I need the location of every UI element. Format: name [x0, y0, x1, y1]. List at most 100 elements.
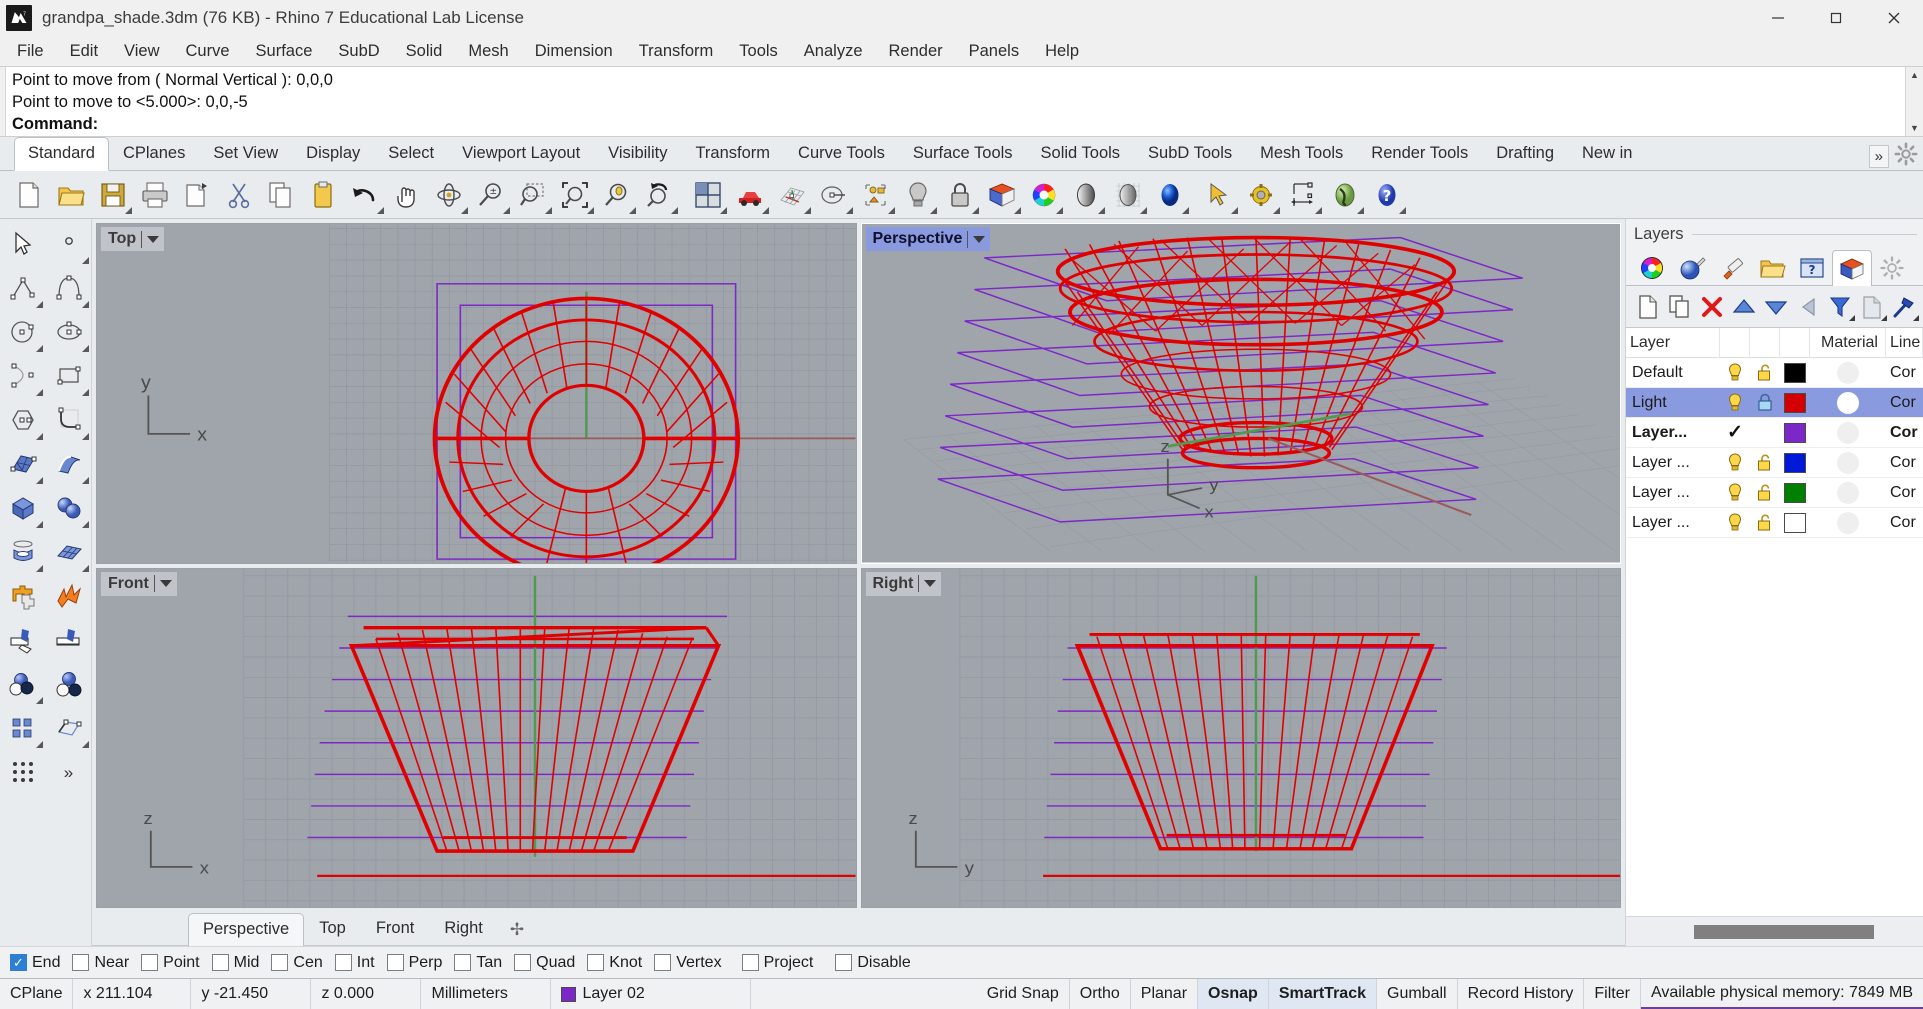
- layer-linetype[interactable]: Cor: [1886, 454, 1923, 472]
- zoom-extents-icon[interactable]: [554, 174, 596, 216]
- menu-help[interactable]: Help: [1032, 37, 1092, 65]
- viewport-tab-right[interactable]: Right: [429, 912, 498, 945]
- layer-unlocked-icon[interactable]: [1750, 483, 1780, 503]
- toggle-filter[interactable]: Filter: [1584, 979, 1641, 1009]
- tab-transform[interactable]: Transform: [681, 137, 784, 170]
- toggle-planar[interactable]: Planar: [1131, 979, 1199, 1009]
- point-icon[interactable]: [48, 223, 90, 265]
- menu-tools[interactable]: Tools: [726, 37, 791, 65]
- layer-color-swatch[interactable]: [1780, 452, 1810, 473]
- layers-horizontal-scrollbar[interactable]: [1626, 916, 1923, 946]
- new-layer-icon[interactable]: [1632, 290, 1664, 324]
- tab-overflow-button[interactable]: »: [1868, 145, 1889, 168]
- layer-color-swatch[interactable]: [1780, 482, 1810, 503]
- layer-unlocked-icon[interactable]: [1750, 513, 1780, 533]
- print-icon[interactable]: [134, 174, 176, 216]
- open-file-icon[interactable]: [50, 174, 92, 216]
- curve-interp-icon[interactable]: [48, 267, 90, 309]
- named-view-icon[interactable]: ?: [1792, 249, 1832, 285]
- tab-new-in[interactable]: New in: [1568, 137, 1646, 170]
- column-header-layer[interactable]: Layer: [1626, 328, 1720, 358]
- table-row[interactable]: Layer ... Cor: [1626, 448, 1923, 478]
- zoom-selected-icon[interactable]: [596, 174, 638, 216]
- column-header-lock[interactable]: [1750, 328, 1780, 358]
- table-row[interactable]: Layer... ✓ Cor: [1626, 418, 1923, 448]
- osnap-near[interactable]: Near: [72, 954, 129, 972]
- polygon-icon[interactable]: [2, 399, 44, 441]
- layer-color-swatch[interactable]: [1780, 362, 1810, 383]
- tab-viewport-layout[interactable]: Viewport Layout: [448, 137, 594, 170]
- layer-name[interactable]: Layer ...: [1626, 484, 1720, 502]
- boolean-difference-icon[interactable]: [2, 663, 44, 705]
- layer-color-swatch[interactable]: [1780, 422, 1810, 443]
- table-row[interactable]: Default Cor: [1626, 358, 1923, 388]
- scroll-down-icon[interactable]: ▼: [1906, 120, 1923, 136]
- osnap-quad[interactable]: Quad: [514, 954, 575, 972]
- surface-from-points-icon[interactable]: [2, 443, 44, 485]
- menu-dimension[interactable]: Dimension: [522, 37, 626, 65]
- layer-linetype[interactable]: Cor: [1886, 424, 1923, 442]
- toggle-smarttrack[interactable]: SmartTrack: [1268, 979, 1377, 1009]
- toggle-osnap[interactable]: Osnap: [1198, 979, 1269, 1009]
- toggle-grid-snap[interactable]: Grid Snap: [977, 979, 1070, 1009]
- tab-subd-tools[interactable]: SubD Tools: [1134, 137, 1246, 170]
- layer-visibility-bulb-icon[interactable]: [1720, 482, 1750, 503]
- scrollbar-thumb[interactable]: [1694, 924, 1874, 939]
- viewport-tab-perspective[interactable]: Perspective: [188, 913, 305, 946]
- paste-icon[interactable]: [302, 174, 344, 216]
- viewport-tab-top[interactable]: Top: [304, 912, 361, 945]
- color-wheel-icon[interactable]: [1632, 249, 1672, 285]
- circle-icon[interactable]: [2, 311, 44, 353]
- rendered-display-icon[interactable]: [1149, 174, 1191, 216]
- rectangle-icon[interactable]: [48, 355, 90, 397]
- viewport-label-top[interactable]: Top: [101, 227, 165, 251]
- menu-panels[interactable]: Panels: [956, 37, 1032, 65]
- layer-material-dot[interactable]: [1810, 361, 1886, 384]
- layer-properties-icon[interactable]: [1856, 290, 1888, 324]
- layers-icon[interactable]: [1832, 250, 1872, 286]
- osnap-tan[interactable]: Tan: [454, 954, 502, 972]
- cut-icon[interactable]: [218, 174, 260, 216]
- column-header-on[interactable]: [1720, 328, 1750, 358]
- layer-material-dot[interactable]: [1810, 421, 1886, 444]
- viewport-label-right[interactable]: Right: [865, 571, 942, 596]
- layer-name[interactable]: Layer...: [1626, 424, 1720, 442]
- toggle-record-history[interactable]: Record History: [1458, 979, 1585, 1009]
- menu-file[interactable]: File: [4, 37, 57, 65]
- layer-visibility-bulb-icon[interactable]: [1720, 362, 1750, 383]
- tab-mesh-tools[interactable]: Mesh Tools: [1246, 137, 1357, 170]
- status-current-layer[interactable]: Layer 02: [551, 979, 752, 1009]
- rotate-view-icon[interactable]: [428, 174, 470, 216]
- tab-select[interactable]: Select: [374, 137, 448, 170]
- menu-analyze[interactable]: Analyze: [791, 37, 876, 65]
- lock-icon[interactable]: [939, 174, 981, 216]
- status-cplane[interactable]: CPlane: [0, 979, 74, 1009]
- layer-color-swatch[interactable]: [1780, 512, 1810, 533]
- collapse-layer-icon[interactable]: [1792, 290, 1824, 324]
- viewport-tab-front[interactable]: Front: [361, 912, 430, 945]
- ghosted-display-icon[interactable]: [1107, 174, 1149, 216]
- close-icon[interactable]: [1865, 0, 1923, 36]
- menu-transform[interactable]: Transform: [626, 37, 727, 65]
- viewport-right[interactable]: z y Right: [860, 567, 1621, 908]
- chevron-down-icon[interactable]: [159, 580, 172, 587]
- shaded-display-icon[interactable]: [1065, 174, 1107, 216]
- table-row[interactable]: Light Cor: [1626, 388, 1923, 418]
- layer-linetype[interactable]: Cor: [1886, 394, 1923, 412]
- layer-material-dot[interactable]: [1810, 391, 1886, 414]
- minimize-icon[interactable]: [1749, 0, 1807, 36]
- split-icon[interactable]: [48, 619, 90, 661]
- command-scrollbar[interactable]: ▲ ▼: [1905, 67, 1923, 136]
- select-arrow-icon[interactable]: [1198, 174, 1240, 216]
- gear-icon[interactable]: [1893, 141, 1919, 167]
- more-tools-icon[interactable]: »: [48, 751, 90, 793]
- menu-mesh[interactable]: Mesh: [455, 37, 521, 65]
- sphere-union-icon[interactable]: [48, 487, 90, 529]
- render-material-icon[interactable]: [1672, 249, 1712, 285]
- tab-visibility[interactable]: Visibility: [594, 137, 681, 170]
- scroll-up-icon[interactable]: ▲: [1906, 67, 1923, 83]
- menu-view[interactable]: View: [111, 37, 172, 65]
- menu-solid[interactable]: Solid: [393, 37, 456, 65]
- osnap-end[interactable]: End: [10, 954, 60, 972]
- chevron-down-icon[interactable]: [147, 235, 160, 243]
